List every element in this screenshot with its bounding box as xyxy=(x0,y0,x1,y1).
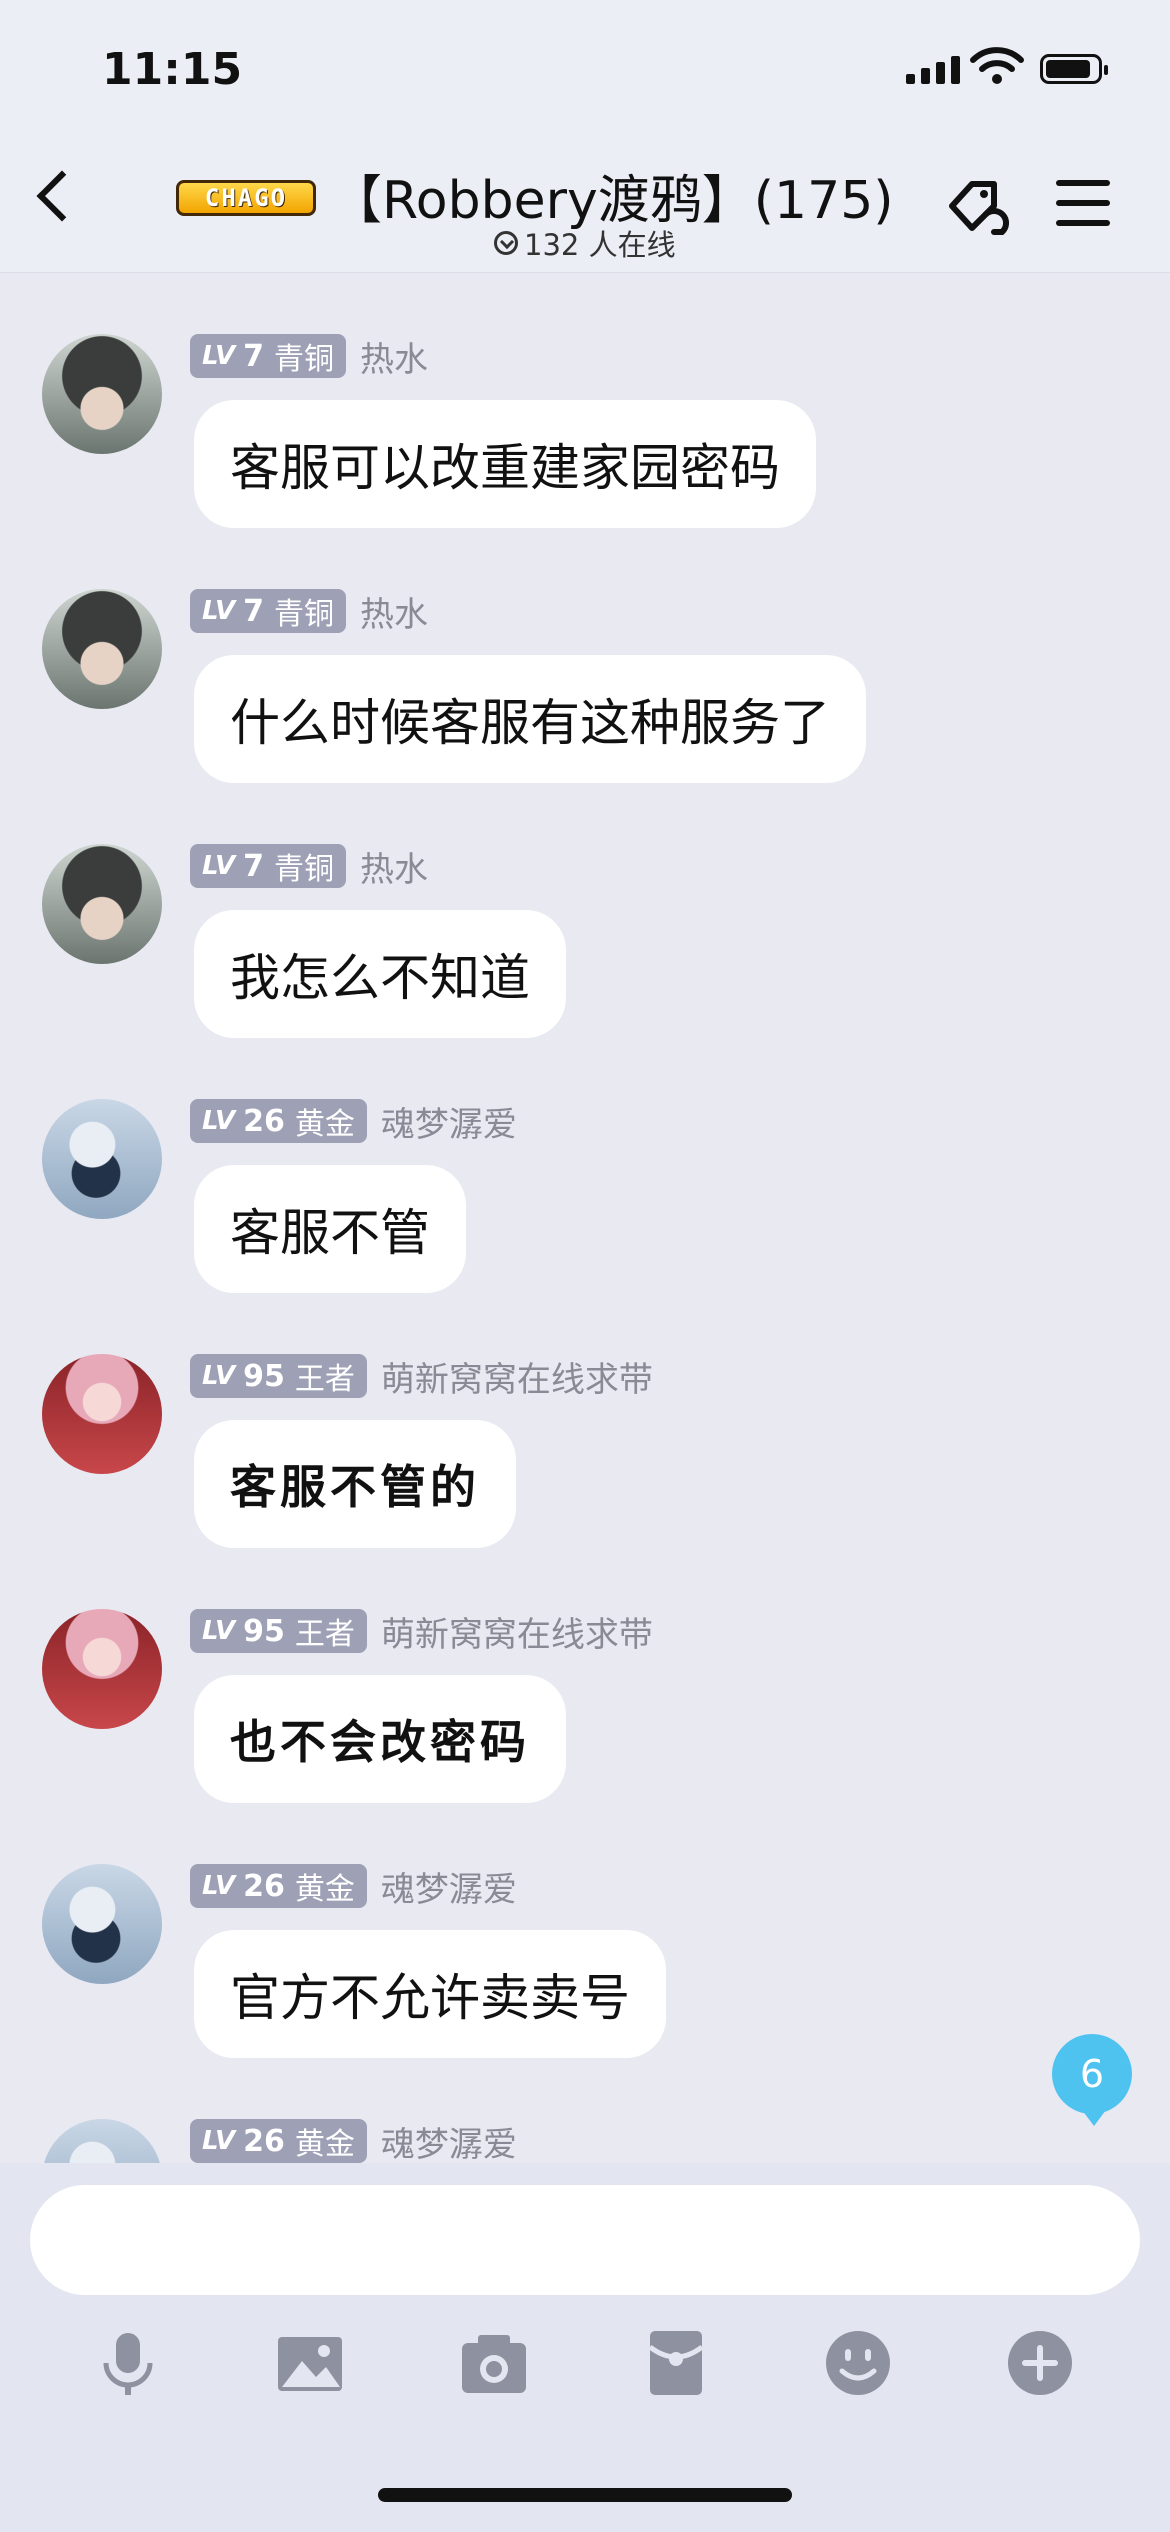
online-count[interactable]: 132 人在线 xyxy=(494,222,676,264)
avatar[interactable] xyxy=(42,1864,162,1984)
avatar[interactable] xyxy=(42,844,162,964)
message-bubble[interactable]: 客服可以改重建家园密码 xyxy=(194,400,816,528)
level-number: 26 xyxy=(243,1868,285,1904)
avatar[interactable] xyxy=(42,1609,162,1729)
game-logo: CHAGO xyxy=(176,180,316,216)
plus-icon[interactable] xyxy=(1004,2327,1076,2399)
unread-count-badge[interactable]: 6 xyxy=(1052,2034,1132,2126)
level-number: 7 xyxy=(243,593,264,629)
message-meta: LV 26 黄金 魂梦潺爱 xyxy=(190,2119,517,2163)
message-meta: LV 7 青铜 热水 xyxy=(190,332,428,381)
nickname[interactable]: 魂梦潺爱 xyxy=(381,1097,517,1146)
level-badge: LV 7 青铜 xyxy=(190,589,346,633)
message-meta: LV 95 王者 萌新窝窝在线求带 xyxy=(190,1352,653,1401)
level-badge: LV 7 青铜 xyxy=(190,334,346,378)
avatar[interactable] xyxy=(42,1354,162,1474)
image-icon[interactable] xyxy=(274,2327,346,2399)
level-badge: LV 95 王者 xyxy=(190,1609,367,1653)
avatar[interactable] xyxy=(42,2119,162,2163)
level-badge: LV 26 黄金 xyxy=(190,1099,367,1143)
nickname[interactable]: 热水 xyxy=(360,842,428,891)
avatar[interactable] xyxy=(42,334,162,454)
nickname[interactable]: 魂梦潺爱 xyxy=(381,1862,517,1911)
nickname[interactable]: 热水 xyxy=(360,587,428,636)
level-prefix: LV xyxy=(202,2126,236,2156)
battery-icon xyxy=(1040,54,1108,84)
red-packet-icon[interactable] xyxy=(640,2327,712,2399)
emoji-icon[interactable] xyxy=(822,2327,894,2399)
level-number: 95 xyxy=(243,1358,285,1394)
level-prefix: LV xyxy=(202,1871,236,1901)
avatar[interactable] xyxy=(42,1099,162,1219)
message-meta: LV 26 黄金 魂梦潺爱 xyxy=(190,1862,517,1911)
level-badge: LV 26 黄金 xyxy=(190,2119,367,2163)
rank-label: 王者 xyxy=(294,1362,355,1397)
level-prefix: LV xyxy=(202,851,236,881)
back-arrow-icon[interactable] xyxy=(36,170,88,222)
rank-label: 黄金 xyxy=(294,1872,355,1907)
rank-label: 青铜 xyxy=(273,342,334,377)
level-prefix: LV xyxy=(202,1616,236,1646)
message-bubble[interactable]: 官方不允许卖卖号 xyxy=(194,1930,666,2058)
message-meta: LV 7 青铜 热水 xyxy=(190,842,428,891)
nickname[interactable]: 萌新窝窝在线求带 xyxy=(381,1352,653,1401)
chat-feed[interactable]: LV 7 青铜 热水 客服可以改重建家园密码 LV 7 青铜 热水 什么时候客服… xyxy=(0,273,1170,2163)
level-badge: LV 95 王者 xyxy=(190,1354,367,1398)
camera-icon[interactable] xyxy=(458,2327,530,2399)
message-meta: LV 95 王者 萌新窝窝在线求带 xyxy=(190,1607,653,1656)
microphone-icon[interactable] xyxy=(92,2327,164,2399)
wifi-icon xyxy=(970,47,1024,84)
message-bubble[interactable]: 也不会改密码 xyxy=(194,1675,566,1803)
level-prefix: LV xyxy=(202,341,236,371)
input-area xyxy=(0,2163,1170,2532)
level-prefix: LV xyxy=(202,596,236,626)
level-number: 26 xyxy=(243,1103,285,1139)
nickname[interactable]: 热水 xyxy=(360,332,428,381)
chevron-down-circle-icon xyxy=(494,231,518,255)
message-bubble[interactable]: 我怎么不知道 xyxy=(194,910,566,1038)
status-time: 11:15 xyxy=(102,44,243,95)
level-number: 95 xyxy=(243,1613,285,1649)
input-toolbar xyxy=(0,2327,1170,2427)
level-number: 7 xyxy=(243,848,264,884)
level-number: 26 xyxy=(243,2123,285,2159)
online-count-text: 132 人在线 xyxy=(524,228,676,262)
level-number: 7 xyxy=(243,338,264,374)
menu-icon[interactable] xyxy=(1056,180,1110,240)
rank-label: 王者 xyxy=(294,1617,355,1652)
cellular-signal-icon xyxy=(906,56,960,84)
tag-link-icon[interactable] xyxy=(946,176,1018,240)
level-prefix: LV xyxy=(202,1361,236,1391)
message-bubble[interactable]: 什么时候客服有这种服务了 xyxy=(194,655,866,783)
message-input[interactable] xyxy=(30,2185,1140,2295)
level-badge: LV 26 黄金 xyxy=(190,1864,367,1908)
message-meta: LV 26 黄金 魂梦潺爱 xyxy=(190,1097,517,1146)
level-prefix: LV xyxy=(202,1106,236,1136)
home-indicator[interactable] xyxy=(378,2488,792,2502)
rank-label: 青铜 xyxy=(273,852,334,887)
rank-label: 青铜 xyxy=(273,597,334,632)
header: 11:15 CHAGO 【Robbery渡鸦】(175) 132 人在线 xyxy=(0,0,1170,273)
rank-label: 黄金 xyxy=(294,2127,355,2162)
message-bubble[interactable]: 客服不管 xyxy=(194,1165,466,1293)
level-badge: LV 7 青铜 xyxy=(190,844,346,888)
rank-label: 黄金 xyxy=(294,1107,355,1142)
nickname[interactable]: 萌新窝窝在线求带 xyxy=(381,1607,653,1656)
avatar[interactable] xyxy=(42,589,162,709)
nickname[interactable]: 魂梦潺爱 xyxy=(381,2117,517,2164)
message-meta: LV 7 青铜 热水 xyxy=(190,587,428,636)
message-bubble[interactable]: 客服不管的 xyxy=(194,1420,516,1548)
